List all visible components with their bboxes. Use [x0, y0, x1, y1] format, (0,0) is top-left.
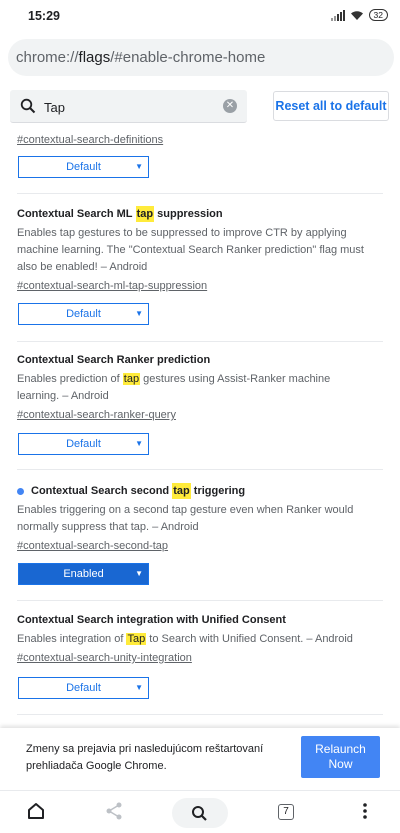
search-highlight: tap — [135, 206, 155, 222]
flag-description-text: Enables prediction of — [17, 373, 123, 385]
flag-item: Contextual Search ML tap suppression Ena… — [17, 206, 383, 294]
flag-description-line: learning. – Android — [17, 390, 109, 402]
flag-link[interactable]: #contextual-search-unity-integration — [17, 650, 192, 666]
dropdown-arrow-icon: ▼ — [135, 683, 143, 692]
flag-description: Enables tap gestures to be suppressed to… — [17, 225, 383, 276]
flag-description-line: Enables prediction of tap gestures using… — [17, 371, 383, 388]
flag-description-line: normally suppress that tap. – Android — [17, 521, 199, 533]
search-highlight: tap — [172, 483, 191, 499]
flag-select[interactable]: Default ▼ — [18, 156, 149, 178]
flag-select-value: Default — [66, 682, 101, 694]
flag-title: Contextual Search integration with Unifi… — [17, 614, 286, 626]
dropdown-arrow-icon: ▼ — [135, 569, 143, 578]
relaunch-message: Zmeny sa prejavia pri nasledujúcom rešta… — [26, 741, 284, 775]
flag-description-line: also be enabled! – Android — [17, 261, 148, 273]
flag-title-text: Contextual Search second — [31, 485, 170, 497]
status-icons: 32 — [330, 9, 388, 21]
url-host: flags — [78, 49, 111, 66]
dropdown-arrow-icon: ▼ — [135, 162, 143, 171]
flag-select[interactable]: Default ▼ — [18, 433, 149, 455]
search-highlight: Tap — [126, 633, 147, 645]
reset-all-button[interactable]: Reset all to default — [273, 91, 389, 121]
flag-title: Contextual Search ML tap suppression — [17, 206, 383, 222]
search-icon — [20, 98, 36, 114]
status-time: 15:29 — [28, 9, 60, 23]
url-bar[interactable]: chrome://flags/#enable-chrome-home — [8, 39, 394, 76]
bottom-toolbar: 7 — [0, 790, 400, 833]
home-icon[interactable] — [26, 801, 46, 821]
flag-link[interactable]: #contextual-search-ranker-query — [17, 407, 176, 423]
url-path: /#enable-chrome-home — [110, 49, 266, 66]
relaunch-button-label: Relaunch — [315, 742, 366, 756]
flag-title: Contextual Search second tap triggering — [17, 483, 383, 499]
flag-item: Contextual Search Ranker prediction Enab… — [17, 352, 383, 423]
relaunch-message-line: prehliadača Google Chrome. — [26, 760, 167, 772]
flag-title: Contextual Search Ranker prediction — [17, 354, 211, 366]
flag-select-value: Enabled — [63, 568, 104, 580]
flag-description: Enables integration of Tap to Search wit… — [17, 631, 383, 648]
modified-indicator-icon — [17, 487, 24, 495]
divider — [17, 469, 383, 470]
flag-description-line: Enables tap gestures to be suppressed to… — [17, 227, 347, 239]
divider — [17, 193, 383, 194]
divider — [17, 600, 383, 601]
divider — [17, 714, 383, 715]
share-icon[interactable] — [105, 801, 123, 821]
more-options-icon[interactable] — [362, 801, 368, 821]
search-flags-box[interactable]: ✕ — [10, 90, 247, 123]
flags-list: #contextual-search-definitions Default ▼… — [0, 130, 400, 728]
dropdown-arrow-icon: ▼ — [135, 439, 143, 448]
flag-description-text: Enables integration of — [17, 633, 127, 645]
flag-description-line: Enables triggering on a second tap gestu… — [17, 504, 354, 516]
battery-icon: 32 — [368, 9, 388, 21]
flag-select[interactable]: Default ▼ — [18, 303, 149, 325]
flag-description-line: Enables integration of Tap to Search wit… — [17, 631, 383, 648]
flag-title-text: triggering — [193, 485, 246, 497]
flag-link[interactable]: #contextual-search-ml-tap-suppression — [17, 278, 207, 294]
flag-link[interactable]: #contextual-search-definitions — [17, 132, 163, 148]
flag-description-text: to Search with Unified Consent. – Androi… — [146, 633, 353, 645]
url-prefix: chrome:// — [16, 49, 79, 66]
flag-description-text: gestures using Assist-Ranker machine — [140, 373, 331, 385]
flag-description: Enables prediction of tap gestures using… — [17, 371, 383, 405]
signal-icon — [330, 9, 345, 21]
flag-select[interactable]: Default ▼ — [18, 677, 149, 699]
search-button[interactable] — [172, 798, 228, 828]
search-icon — [192, 806, 207, 821]
flag-select-value: Default — [66, 308, 101, 320]
relaunch-now-button[interactable]: Relaunch Now — [301, 736, 380, 778]
flag-item: Contextual Search integration with Unifi… — [17, 612, 383, 666]
divider — [17, 341, 383, 342]
relaunch-message-line: Zmeny sa prejavia pri nasledujúcom rešta… — [26, 743, 264, 755]
flag-select-value: Default — [66, 161, 101, 173]
flag-description-line: machine learning. The "Contextual Search… — [17, 244, 364, 256]
search-input[interactable] — [44, 96, 214, 118]
clear-search-icon[interactable]: ✕ — [223, 99, 237, 113]
relaunch-button-label: Now — [328, 757, 353, 771]
dropdown-arrow-icon: ▼ — [135, 309, 143, 318]
flag-item: #contextual-search-definitions — [17, 130, 383, 148]
search-highlight: tap — [122, 373, 141, 385]
tab-switcher-button[interactable]: 7 — [278, 804, 294, 820]
wifi-icon — [350, 10, 363, 20]
flag-title-text: suppression — [157, 208, 223, 220]
flag-item: Contextual Search second tap triggering … — [17, 483, 383, 554]
flag-select-value: Default — [66, 438, 101, 450]
status-bar: 15:29 32 — [0, 0, 400, 32]
flag-title-text: Contextual Search ML — [17, 208, 133, 220]
flag-select[interactable]: Enabled ▼ — [18, 563, 149, 585]
relaunch-notice: Zmeny sa prejavia pri nasledujúcom rešta… — [0, 728, 400, 790]
flag-description: Enables triggering on a second tap gestu… — [17, 502, 383, 536]
flag-link[interactable]: #contextual-search-second-tap — [17, 538, 168, 554]
